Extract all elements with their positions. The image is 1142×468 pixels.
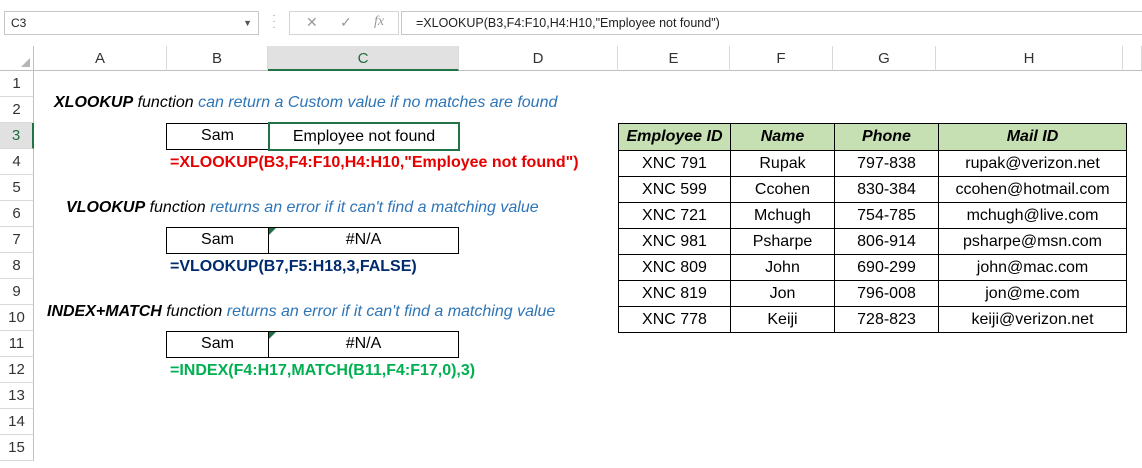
vlookup-formula-text: =VLOOKUP(B7,F5:H18,3,FALSE): [170, 258, 417, 275]
column-header-g[interactable]: G: [833, 46, 936, 71]
more-options-icon[interactable]: · · ·: [271, 11, 277, 33]
row-header-11[interactable]: 11: [0, 331, 34, 357]
row-header-10[interactable]: 10: [0, 305, 34, 331]
vlookup-title-name: VLOOKUP: [66, 199, 146, 216]
indexmatch-title-fn: function: [161, 303, 227, 320]
xlookup-formula-text: =XLOOKUP(B3,F4:F10,H4:H10,"Employee not …: [170, 154, 579, 171]
table-cell[interactable]: 830-384: [834, 176, 939, 203]
cell-c3[interactable]: Employee not found: [268, 122, 460, 151]
xlookup-title: XLOOKUP function can return a Custom val…: [54, 94, 557, 112]
formula-buttons: ✕ ✓ fx: [289, 11, 399, 35]
column-header-next[interactable]: [1123, 46, 1142, 71]
table-cell[interactable]: Rupak: [730, 150, 835, 177]
cell-b3[interactable]: Sam: [166, 123, 269, 150]
enter-icon[interactable]: ✓: [340, 14, 352, 31]
header-phone[interactable]: Phone: [834, 123, 939, 151]
cell-c7[interactable]: #N/A: [268, 227, 459, 254]
formula-input[interactable]: =XLOOKUP(B3,F4:F10,H4:H10,"Employee not …: [401, 11, 1142, 35]
table-cell[interactable]: XNC 981: [618, 228, 731, 255]
row-header-13[interactable]: 13: [0, 383, 34, 409]
row-header-15[interactable]: 15: [0, 435, 34, 461]
table-cell[interactable]: XNC 778: [618, 306, 731, 333]
vlookup-title: VLOOKUP function returns an error if it …: [66, 199, 539, 217]
table-cell[interactable]: John: [730, 254, 835, 281]
row-header-8[interactable]: 8: [0, 253, 34, 279]
table-cell[interactable]: ccohen@hotmail.com: [938, 176, 1127, 203]
column-header-a[interactable]: A: [34, 46, 167, 71]
name-box[interactable]: C3 ▼: [4, 11, 259, 35]
cell-b11[interactable]: Sam: [166, 331, 269, 358]
xlookup-title-fn: function: [133, 94, 199, 111]
table-cell[interactable]: XNC 791: [618, 150, 731, 177]
table-cell[interactable]: john@mac.com: [938, 254, 1127, 281]
row-header-12[interactable]: 12: [0, 357, 34, 383]
table-cell[interactable]: XNC 721: [618, 202, 731, 229]
header-name[interactable]: Name: [730, 123, 835, 151]
table-cell[interactable]: 728-823: [834, 306, 939, 333]
column-header-c[interactable]: C: [268, 46, 459, 71]
table-cell[interactable]: Keiji: [730, 306, 835, 333]
table-row: XNC 721 Mchugh 754-785 mchugh@live.com: [618, 202, 1127, 229]
table-cell[interactable]: keiji@verizon.net: [938, 306, 1127, 333]
table-cell[interactable]: XNC 819: [618, 280, 731, 307]
table-row: XNC 809 John 690-299 john@mac.com: [618, 254, 1127, 281]
table-cell[interactable]: Mchugh: [730, 202, 835, 229]
table-row: XNC 599 Ccohen 830-384 ccohen@hotmail.com: [618, 176, 1127, 203]
vlookup-title-desc: returns an error if it can't find a matc…: [210, 199, 539, 216]
indexmatch-title-name: INDEX+MATCH: [47, 303, 162, 320]
header-employee-id[interactable]: Employee ID: [618, 123, 731, 151]
xlookup-title-name: XLOOKUP: [54, 94, 134, 111]
table-cell[interactable]: mchugh@live.com: [938, 202, 1127, 229]
table-cell[interactable]: 806-914: [834, 228, 939, 255]
indexmatch-title-desc: returns an error if it can't find a matc…: [226, 303, 556, 320]
row-header-1[interactable]: 1: [0, 71, 34, 97]
column-header-f[interactable]: F: [730, 46, 833, 71]
table-row: XNC 819 Jon 796-008 jon@me.com: [618, 280, 1127, 307]
table-row: XNC 778 Keiji 728-823 keiji@verizon.net: [618, 306, 1127, 333]
row-header-7[interactable]: 7: [0, 227, 34, 253]
row-header-5[interactable]: 5: [0, 175, 34, 201]
table-cell[interactable]: 690-299: [834, 254, 939, 281]
xlookup-title-desc: can return a Custom value if no matches …: [198, 94, 558, 111]
table-cell[interactable]: psharpe@msn.com: [938, 228, 1127, 255]
table-cell[interactable]: XNC 809: [618, 254, 731, 281]
cancel-icon[interactable]: ✕: [306, 14, 318, 31]
cell-b7[interactable]: Sam: [166, 227, 269, 254]
table-cell[interactable]: rupak@verizon.net: [938, 150, 1127, 177]
column-header-d[interactable]: D: [459, 46, 618, 71]
column-header-b[interactable]: B: [167, 46, 268, 71]
select-all-button[interactable]: [0, 46, 34, 71]
row-header-14[interactable]: 14: [0, 409, 34, 435]
row-header-2[interactable]: 2: [0, 97, 34, 123]
row-header-4[interactable]: 4: [0, 149, 34, 175]
table-header-row: Employee ID Name Phone Mail ID: [618, 123, 1127, 151]
table-row: XNC 791 Rupak 797-838 rupak@verizon.net: [618, 150, 1127, 177]
row-header-6[interactable]: 6: [0, 201, 34, 227]
formula-bar: C3 ▼ · · · ✕ ✓ fx =XLOOKUP(B3,F4:F10,H4:H1…: [0, 0, 1142, 44]
table-cell[interactable]: XNC 599: [618, 176, 731, 203]
table-cell[interactable]: jon@me.com: [938, 280, 1127, 307]
name-box-value: C3: [11, 16, 27, 30]
chevron-down-icon[interactable]: ▼: [243, 12, 252, 34]
column-header-h[interactable]: H: [936, 46, 1123, 71]
table-cell[interactable]: 796-008: [834, 280, 939, 307]
row-header-3[interactable]: 3: [0, 123, 34, 149]
indexmatch-formula-text: =INDEX(F4:H17,MATCH(B11,F4:F17,0),3): [170, 362, 476, 379]
header-mail-id[interactable]: Mail ID: [938, 123, 1127, 151]
vlookup-title-fn: function: [145, 199, 211, 216]
table-row: XNC 981 Psharpe 806-914 psharpe@msn.com: [618, 228, 1127, 255]
table-cell[interactable]: 754-785: [834, 202, 939, 229]
indexmatch-title: INDEX+MATCH function returns an error if…: [47, 303, 555, 321]
row-header-9[interactable]: 9: [0, 279, 34, 305]
table-cell[interactable]: Ccohen: [730, 176, 835, 203]
insert-function-icon[interactable]: fx: [374, 14, 384, 30]
table-cell[interactable]: 797-838: [834, 150, 939, 177]
table-cell[interactable]: Psharpe: [730, 228, 835, 255]
column-header-e[interactable]: E: [618, 46, 730, 71]
employee-table: Employee ID Name Phone Mail ID XNC 791 Ru…: [618, 123, 1127, 333]
table-cell[interactable]: Jon: [730, 280, 835, 307]
cell-c11[interactable]: #N/A: [268, 331, 459, 358]
